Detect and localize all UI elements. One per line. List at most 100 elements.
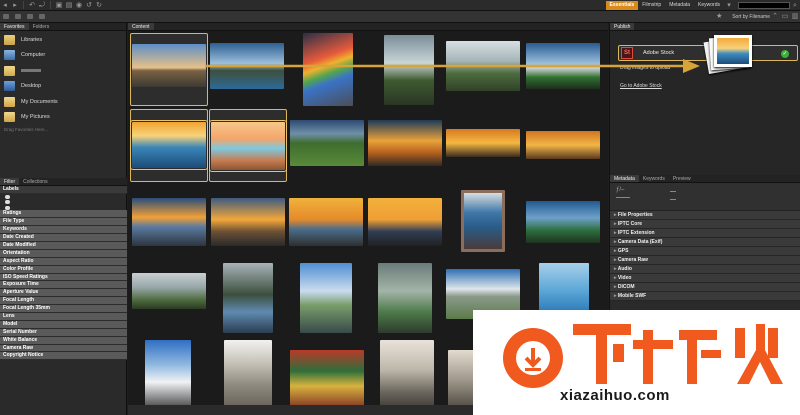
- metadata-placard: ƒ/–: [610, 183, 800, 211]
- workspace-menu-icon[interactable]: ▾: [724, 1, 734, 10]
- tab-preview[interactable]: Preview: [669, 175, 695, 182]
- tab-publish[interactable]: Publish: [610, 23, 635, 30]
- filter-category-orientation[interactable]: Orientation: [0, 249, 127, 258]
- meta-section-iptc-extension[interactable]: IPTC Extension: [610, 229, 800, 238]
- meta-section-camera-data[interactable]: Camera Data (Exif): [610, 238, 800, 247]
- thumbnail[interactable]: [384, 35, 434, 105]
- thumbnail[interactable]: [526, 43, 600, 89]
- boomerang-icon[interactable]: ⤾: [37, 1, 47, 10]
- favorite-desktop[interactable]: Desktop: [0, 79, 126, 95]
- filter-category-aspect-ratio[interactable]: Aspect Ratio: [0, 257, 127, 266]
- workspace-tab-essentials[interactable]: Essentials: [605, 0, 639, 10]
- thumbnail[interactable]: [289, 198, 363, 246]
- filter-category-exposure-time[interactable]: Exposure Time: [0, 281, 127, 290]
- thumbnail[interactable]: [368, 120, 442, 166]
- thumbnail[interactable]: [526, 201, 600, 243]
- filter-category-date-modified[interactable]: Date Modified: [0, 241, 127, 250]
- tab-content[interactable]: Content: [128, 23, 154, 30]
- tab-metadata[interactable]: Metadata: [610, 175, 639, 182]
- thumbnail[interactable]: [211, 198, 285, 246]
- rotate-left-icon[interactable]: ↺: [84, 1, 94, 10]
- filter-category-ratings[interactable]: Ratings: [0, 210, 127, 219]
- path-segment[interactable]: [27, 14, 33, 19]
- thumbnail[interactable]: [210, 43, 284, 89]
- thumbnail[interactable]: [461, 190, 505, 252]
- thumbnail[interactable]: [448, 350, 476, 410]
- thumbnail[interactable]: [526, 131, 600, 159]
- filter-category-file-type[interactable]: File Type: [0, 218, 127, 227]
- computer-icon: [4, 50, 15, 61]
- meta-section-dicom[interactable]: DICOM: [610, 283, 800, 292]
- filter-category-focal-length-35[interactable]: Focal Length 35mm: [0, 305, 127, 313]
- meta-section-file-properties[interactable]: File Properties: [610, 211, 800, 220]
- search-icon[interactable]: ⌕: [790, 1, 800, 10]
- tab-collections[interactable]: Collections: [19, 178, 51, 185]
- thumbnail[interactable]: [380, 340, 434, 415]
- workspace-tab-filmstrip[interactable]: Filmstrip: [638, 1, 665, 10]
- rating-filter-icon[interactable]: ★: [714, 12, 724, 21]
- filter-category-focal-length[interactable]: Focal Length: [0, 297, 127, 306]
- workspace-tab-metadata[interactable]: Metadata: [665, 1, 694, 10]
- tab-filter[interactable]: Filter: [0, 178, 20, 185]
- back-icon[interactable]: ◂: [0, 1, 10, 10]
- meta-section-iptc-core[interactable]: IPTC Core: [610, 220, 800, 229]
- filter-category-aperture[interactable]: Aperture Value: [0, 289, 127, 298]
- filter-category-serial-number[interactable]: Serial Number: [0, 328, 127, 337]
- thumbnail[interactable]: [145, 340, 191, 410]
- meta-section-mobile-swf[interactable]: Mobile SWF: [610, 292, 800, 301]
- path-segment[interactable]: [3, 14, 9, 19]
- search-input[interactable]: [738, 1, 790, 9]
- workspace-tab-keywords[interactable]: Keywords: [694, 1, 724, 10]
- meta-section-camera-raw[interactable]: Camera Raw: [610, 256, 800, 265]
- favorite-computer[interactable]: Computer: [0, 48, 126, 64]
- delete-icon[interactable]: ▥: [790, 12, 800, 21]
- thumbnail[interactable]: [446, 41, 520, 91]
- sort-dropdown[interactable]: Sort by Filename: [732, 14, 770, 20]
- tab-keywords[interactable]: Keywords: [639, 175, 669, 182]
- go-to-adobe-stock-link[interactable]: Go to Adobe Stock: [620, 83, 662, 89]
- tab-folders[interactable]: Folders: [29, 23, 54, 30]
- thumbnail[interactable]: [130, 120, 208, 170]
- thumbnail[interactable]: [368, 198, 442, 246]
- meta-section-audio[interactable]: Audio: [610, 265, 800, 274]
- filter-category-labels[interactable]: Labels: [0, 186, 127, 194]
- meta-section-video[interactable]: Video: [610, 274, 800, 283]
- thumbnail[interactable]: [300, 263, 352, 333]
- thumbnail[interactable]: [290, 350, 364, 410]
- thumbnail[interactable]: [223, 263, 273, 333]
- thumbnail[interactable]: [290, 120, 364, 166]
- thumbnail[interactable]: [132, 44, 206, 87]
- filter-category-lens[interactable]: Lens: [0, 312, 127, 321]
- camera-icon[interactable]: ▣: [54, 1, 64, 10]
- filter-category-camera-raw[interactable]: Camera Raw: [0, 344, 127, 353]
- tab-favorites[interactable]: Favorites: [0, 23, 29, 30]
- favorite-user-folder[interactable]: [0, 63, 126, 79]
- filter-category-copyright[interactable]: Copyright Notice: [0, 352, 127, 361]
- favorite-libraries[interactable]: Libraries: [0, 32, 126, 48]
- filter-category-iso[interactable]: ISO Speed Ratings: [0, 273, 127, 282]
- thumbnail[interactable]: [209, 120, 287, 172]
- favorite-my-pictures[interactable]: My Pictures: [0, 110, 126, 126]
- refine-icon[interactable]: ▤: [64, 1, 74, 10]
- path-segment[interactable]: [15, 14, 21, 19]
- new-folder-icon[interactable]: ▭: [780, 12, 790, 21]
- filter-category-color-profile[interactable]: Color Profile: [0, 265, 127, 274]
- forward-icon[interactable]: ▸: [10, 1, 20, 10]
- filter-category-date-created[interactable]: Date Created: [0, 234, 127, 242]
- thumbnail[interactable]: [132, 273, 206, 309]
- thumbnail[interactable]: [303, 33, 353, 106]
- open-in-camera-raw-icon[interactable]: ◉: [74, 1, 84, 10]
- filter-category-white-balance[interactable]: White Balance: [0, 336, 127, 345]
- sort-direction-icon[interactable]: ⌃: [770, 12, 780, 21]
- rotate-right-icon[interactable]: ↻: [94, 1, 104, 10]
- thumbnail[interactable]: [224, 340, 272, 415]
- recent-folder-icon[interactable]: ↶: [27, 1, 37, 10]
- favorite-my-documents[interactable]: My Documents: [0, 94, 126, 110]
- path-segment[interactable]: [39, 14, 45, 19]
- filter-category-model[interactable]: Model: [0, 320, 127, 329]
- thumbnail[interactable]: [132, 198, 206, 246]
- meta-section-gps[interactable]: GPS: [610, 247, 800, 256]
- filter-category-keywords[interactable]: Keywords: [0, 226, 127, 235]
- thumbnail[interactable]: [446, 129, 520, 157]
- thumbnail[interactable]: [378, 263, 432, 333]
